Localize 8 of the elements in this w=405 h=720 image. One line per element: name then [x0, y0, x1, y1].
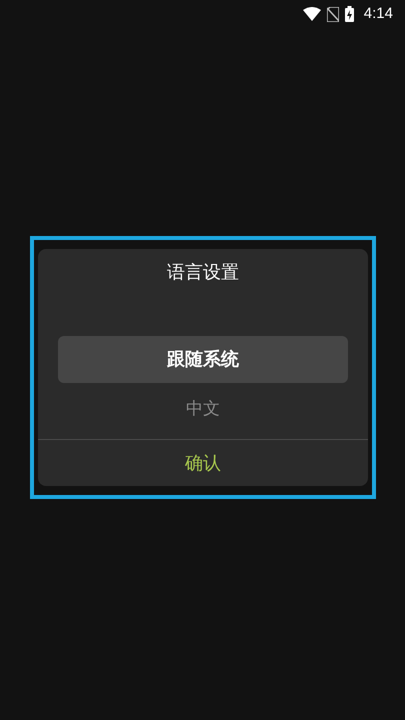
- no-sim-icon: [326, 6, 339, 22]
- wifi-icon: [302, 7, 321, 21]
- status-time: 4:14: [364, 4, 393, 24]
- language-option[interactable]: 跟随系统: [58, 336, 348, 383]
- battery-charging-icon: [344, 6, 354, 22]
- language-option[interactable]: 中文: [58, 389, 348, 429]
- dialog-title: 语言设置: [167, 261, 239, 284]
- confirm-button[interactable]: 确认: [38, 440, 368, 486]
